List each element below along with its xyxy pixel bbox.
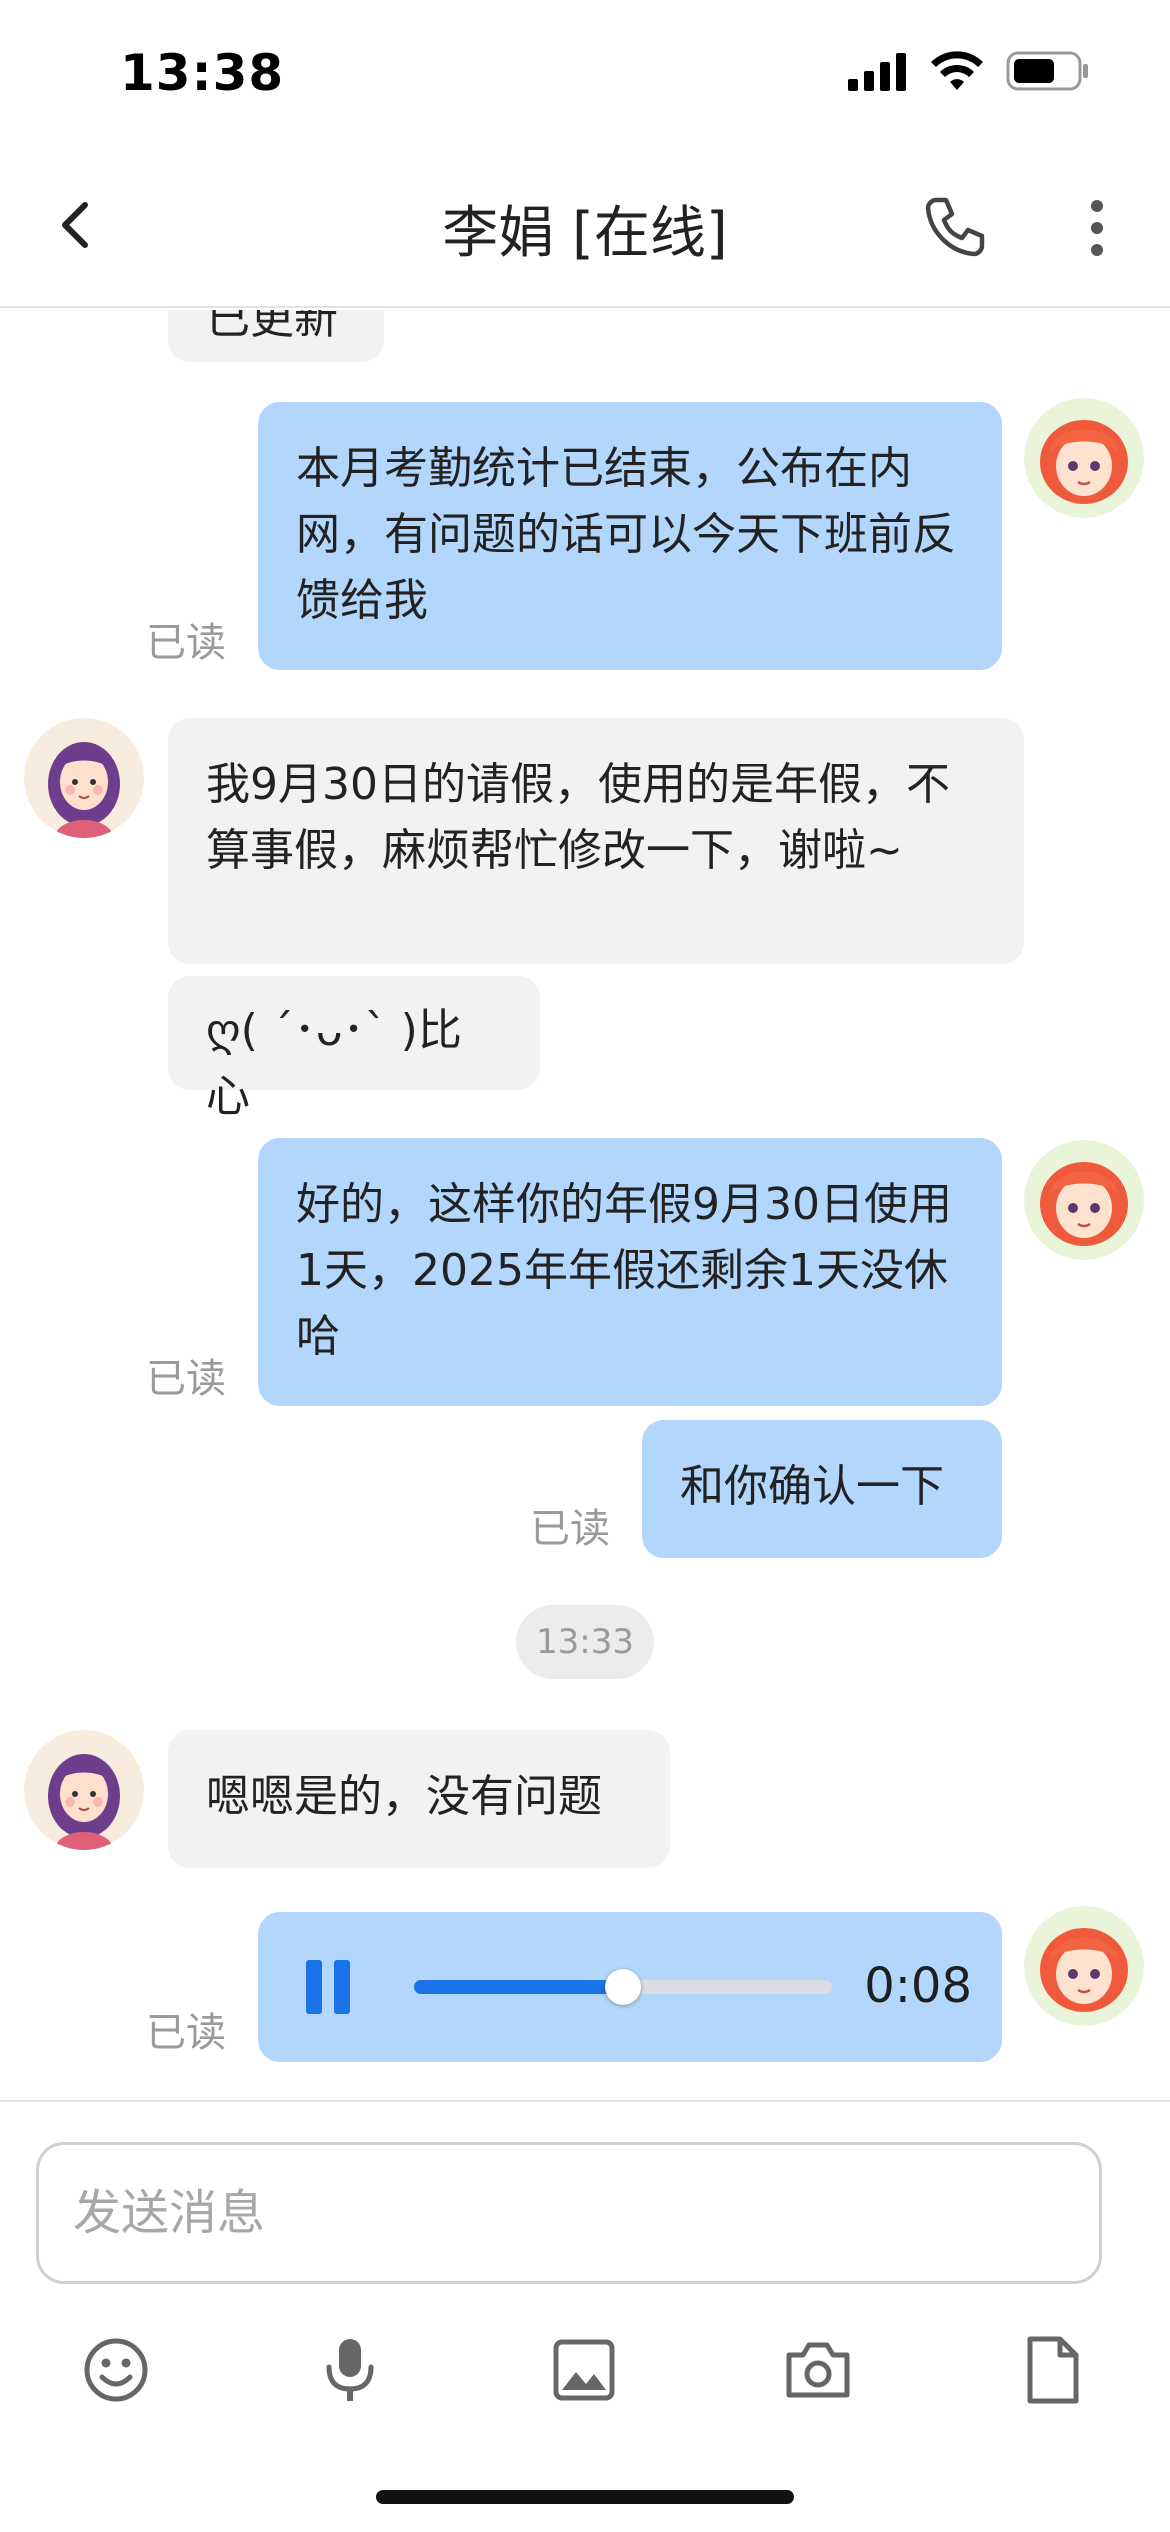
home-indicator <box>376 2490 794 2504</box>
voice-message[interactable]: 0:08 <box>258 1912 1002 2062</box>
message-text: 嗯嗯是的，没有问题 <box>206 1771 602 1822</box>
voice-duration: 0:08 <box>864 1958 972 2014</box>
incoming-message[interactable]: ღ( ´･ᴗ･` )比心 <box>168 976 540 1122</box>
incoming-message-partial[interactable]: 已更新 <box>168 310 384 362</box>
read-status: 已读 <box>530 1506 610 1552</box>
timestamp-divider: 13:33 <box>516 1605 654 1679</box>
camera-button[interactable] <box>770 2322 866 2418</box>
voice-progress-track[interactable] <box>414 1969 832 2005</box>
status-bar: 13:38 <box>0 0 1170 150</box>
file-button[interactable] <box>1004 2322 1100 2418</box>
more-icon <box>1091 200 1103 256</box>
read-status: 已读 <box>146 1356 226 1402</box>
mic-icon <box>326 2339 374 2401</box>
phone-icon <box>925 197 985 257</box>
status-time: 13:38 <box>120 44 285 102</box>
image-icon <box>553 2339 615 2401</box>
read-status: 已读 <box>146 2010 226 2056</box>
more-button[interactable] <box>1062 190 1132 266</box>
avatar-red-hair-girl <box>1024 1140 1144 1260</box>
message-text: 和你确认一下 <box>680 1461 944 1512</box>
incoming-message[interactable]: 我9月30日的请假，使用的是年假，不算事假，麻烦帮忙修改一下，谢啦~ <box>168 718 1024 964</box>
avatar-red-hair-girl <box>1024 398 1144 518</box>
contact-avatar[interactable] <box>24 718 144 838</box>
emoji-icon <box>84 2338 148 2402</box>
voice-progress-fill <box>414 1980 623 1994</box>
message-text: 我9月30日的请假，使用的是年假，不算事假，麻烦帮忙修改一下，谢啦~ <box>206 759 950 876</box>
message-text: 本月考勤统计已结束，公布在内网，有问题的话可以今天下班前反馈给我 <box>296 443 956 626</box>
avatar-purple-hair-woman <box>24 718 144 838</box>
outgoing-message[interactable]: 好的，这样你的年假9月30日使用1天，2025年年假还剩余1天没休哈 <box>258 1138 1002 1406</box>
composer <box>0 2100 1170 2532</box>
image-button[interactable] <box>536 2322 632 2418</box>
message-input[interactable] <box>36 2142 1102 2284</box>
voice-input-button[interactable] <box>302 2322 398 2418</box>
outgoing-message[interactable]: 和你确认一下 <box>642 1420 1002 1558</box>
avatar-red-hair-girl <box>1024 1906 1144 2026</box>
read-status: 已读 <box>146 620 226 666</box>
outgoing-message[interactable]: 本月考勤统计已结束，公布在内网，有问题的话可以今天下班前反馈给我 <box>258 402 1002 670</box>
my-avatar[interactable] <box>1024 1140 1144 1260</box>
battery-icon <box>1006 51 1088 91</box>
camera-icon <box>786 2342 850 2398</box>
message-text: 已更新 <box>206 310 338 344</box>
file-icon <box>1027 2336 1079 2404</box>
contact-avatar[interactable] <box>24 1730 144 1850</box>
status-icons <box>846 50 1090 92</box>
wifi-icon <box>931 51 983 90</box>
incoming-message[interactable]: 嗯嗯是的，没有问题 <box>168 1730 670 1868</box>
pause-button[interactable] <box>298 1957 358 2017</box>
pause-icon <box>306 1960 322 2014</box>
avatar-purple-hair-woman <box>24 1730 144 1850</box>
message-text: 好的，这样你的年假9月30日使用1天，2025年年假还剩余1天没休哈 <box>296 1179 952 1362</box>
emoji-button[interactable] <box>68 2322 164 2418</box>
chat-messages[interactable]: 已更新 已读 本月考勤统计已结束，公布在内网，有问题的话可以今天下班前反馈给我 <box>0 310 1170 2100</box>
chat-header: 李娟 [在线] <box>0 150 1170 308</box>
my-avatar[interactable] <box>1024 398 1144 518</box>
contact-name: 李娟 [在线] <box>442 201 728 266</box>
voice-progress-knob[interactable] <box>605 1969 641 2005</box>
call-button[interactable] <box>916 188 992 264</box>
signal-icon <box>848 53 906 91</box>
my-avatar[interactable] <box>1024 1906 1144 2026</box>
message-text: ღ( ´･ᴗ･` )比心 <box>206 1005 462 1122</box>
